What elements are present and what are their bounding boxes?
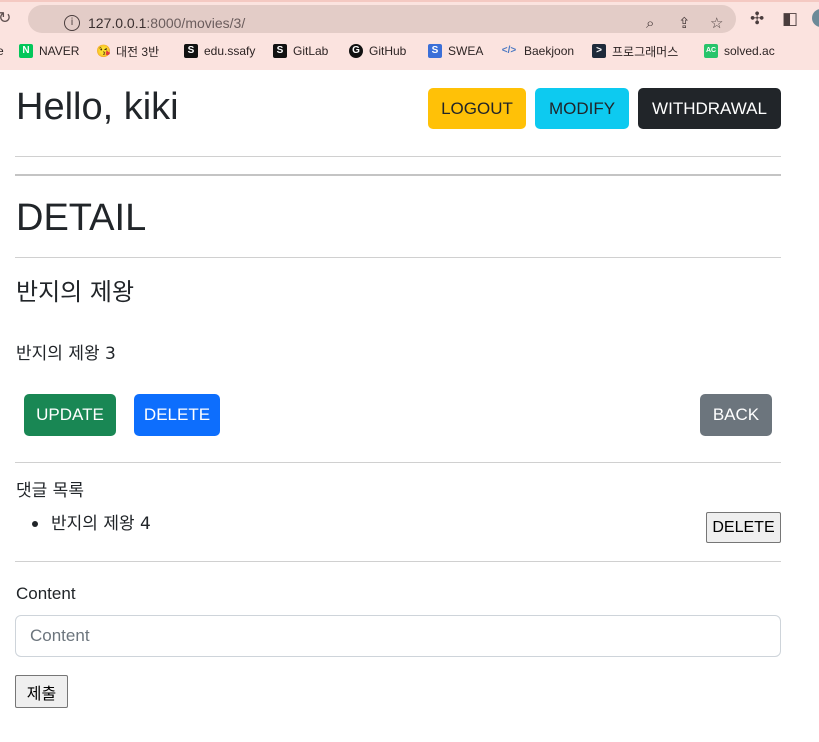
comment-delete-button[interactable]: DELETE	[706, 512, 781, 543]
side-panel-icon[interactable]: ◧	[782, 9, 798, 29]
emoji-icon: 😘	[96, 44, 111, 58]
bookmark-item[interactable]: e	[0, 42, 4, 60]
detail-heading: DETAIL	[16, 197, 147, 239]
tab-strip-edge	[0, 0, 819, 2]
update-button[interactable]: UPDATE	[24, 394, 116, 436]
bookmark-naver[interactable]: N NAVER	[19, 42, 79, 60]
bookmark-github[interactable]: G GitHub	[349, 42, 406, 60]
bookmark-swea[interactable]: S SWEA	[428, 42, 483, 60]
extensions-icon[interactable]: ✣	[750, 9, 764, 29]
zoom-icon[interactable]: ⌕	[646, 14, 654, 32]
divider	[15, 561, 781, 562]
bookmark-edu-ssafy[interactable]: Sedu.ssafy	[184, 42, 255, 60]
comments-title: 댓글 목록	[16, 481, 84, 501]
divider	[15, 462, 781, 463]
delete-button[interactable]: DELETE	[134, 394, 220, 436]
divider	[15, 257, 781, 258]
bullet-icon	[32, 521, 38, 527]
url-text[interactable]: 127.0.0.1:8000/movies/3/	[88, 15, 245, 31]
github-icon: G	[349, 44, 363, 58]
reload-icon[interactable]: ↻	[0, 8, 11, 27]
divider	[15, 174, 781, 176]
programmers-icon: >	[592, 44, 606, 58]
content-label: Content	[16, 584, 76, 603]
list-item: 반지의 제왕 4 DELETE	[16, 510, 781, 544]
bookmark-class[interactable]: 😘 대전 3반	[96, 42, 159, 60]
gitlab-icon: S	[273, 44, 287, 58]
movie-title: 반지의 제왕	[16, 278, 135, 306]
withdrawal-button[interactable]: WITHDRAWAL	[638, 88, 781, 129]
modify-button[interactable]: MODIFY	[535, 88, 629, 129]
bookmark-solved-ac[interactable]: AC solved.ac	[704, 42, 775, 60]
swea-icon: S	[428, 44, 442, 58]
bookmark-programmers[interactable]: > 프로그래머스	[592, 42, 678, 60]
movie-content: 반지의 제왕 3	[16, 344, 116, 364]
share-icon[interactable]: ⇪	[678, 14, 691, 32]
comment-text: 반지의 제왕 4	[51, 514, 151, 534]
ssafy-icon: S	[184, 44, 198, 58]
solved-ac-icon: AC	[704, 44, 718, 58]
naver-icon: N	[19, 44, 33, 58]
address-bar[interactable]: i 127.0.0.1:8000/movies/3/ ⌕ ⇪ ☆	[28, 5, 736, 33]
content-input[interactable]	[15, 615, 781, 657]
logout-button[interactable]: LOGOUT	[428, 88, 526, 129]
greeting-heading: Hello, kiki	[16, 86, 179, 128]
back-button[interactable]: BACK	[700, 394, 772, 436]
submit-button[interactable]: 제출	[15, 675, 68, 708]
code-icon: </>	[501, 45, 517, 56]
profile-avatar[interactable]	[812, 9, 819, 27]
site-info-icon[interactable]: i	[64, 15, 80, 31]
bookmark-baekjoon[interactable]: </> Baekjoon	[500, 42, 574, 60]
star-icon[interactable]: ☆	[710, 14, 723, 32]
bookmark-gitlab[interactable]: S GitLab	[273, 42, 328, 60]
divider	[15, 156, 781, 157]
browser-chrome: ↻ i 127.0.0.1:8000/movies/3/ ⌕ ⇪ ☆ ✣ ◧ e…	[0, 0, 819, 70]
